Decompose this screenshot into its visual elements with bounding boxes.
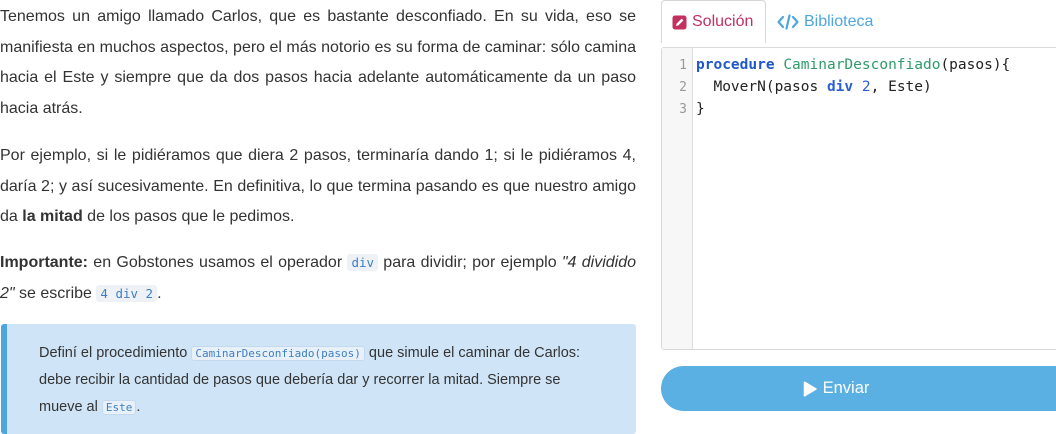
code-line: 3 }: [662, 98, 705, 120]
important-text-1: en Gobstones usamos el operador: [88, 254, 348, 271]
code-text: }: [696, 101, 705, 117]
code-number: 2: [861, 79, 871, 95]
callout-text-1: Definí el procedimiento: [39, 345, 192, 361]
important-text-2: para dividir; por ejemplo: [378, 254, 562, 271]
intro-paragraph: Tenemos un amigo llamado Carlos, que es …: [0, 8, 636, 117]
send-button-label: Enviar: [822, 379, 870, 397]
code-args-end: , Este): [870, 79, 932, 95]
code-text: MoverN(pasos div 2, Este): [696, 79, 932, 95]
code-params: (pasos){: [940, 57, 1011, 73]
callout-code-procedure: CaminarDesconfiado(pasos): [191, 346, 365, 361]
code-call: MoverN(pasos: [696, 79, 827, 95]
send-button[interactable]: Enviar: [661, 366, 1056, 411]
code-line: 2 MoverN(pasos div 2, Este): [662, 76, 932, 98]
edit-icon: [672, 15, 687, 30]
assignment-callout: Definí el procedimiento CaminarDesconfia…: [1, 324, 636, 434]
important-paragraph: Importante: en Gobstones usamos el opera…: [0, 248, 636, 309]
code-operator: div: [826, 79, 854, 95]
play-icon: [803, 380, 817, 397]
line-number: 3: [679, 101, 687, 117]
tab-solucion-label: Solución: [692, 13, 754, 30]
line-number: 1: [679, 57, 687, 73]
code-keyword: procedure: [696, 57, 775, 73]
important-label: Importante:: [0, 254, 88, 271]
callout-text: Definí el procedimiento CaminarDesconfia…: [39, 340, 606, 421]
example-text-2: de los pasos que le pedimos.: [82, 208, 295, 225]
line-number: 2: [679, 79, 687, 95]
important-text-4: .: [157, 284, 162, 302]
code-text: procedure CaminarDesconfiado(pasos){: [696, 57, 1010, 73]
tab-biblioteca-label: Biblioteca: [804, 12, 874, 30]
important-text-3: se escribe: [14, 284, 97, 302]
callout-text-3: .: [136, 399, 141, 415]
callout-code-este: Este: [101, 400, 137, 415]
code-editor[interactable]: 1 procedure CaminarDesconfiado(pasos){ 2…: [661, 47, 1056, 350]
code-procedure-name: CaminarDesconfiado: [783, 57, 941, 73]
example-paragraph: Por ejemplo, si le pidiéramos que diera …: [0, 141, 636, 233]
tab-solucion[interactable]: Solución: [661, 0, 766, 43]
code-icon: [777, 13, 799, 30]
inline-code-div: div: [347, 254, 379, 271]
example-bold: la mitad: [22, 208, 83, 225]
inline-code-example: 4 div 2: [96, 284, 158, 302]
tab-biblioteca[interactable]: Biblioteca: [775, 0, 915, 43]
code-line: 1 procedure CaminarDesconfiado(pasos){: [662, 54, 1010, 76]
